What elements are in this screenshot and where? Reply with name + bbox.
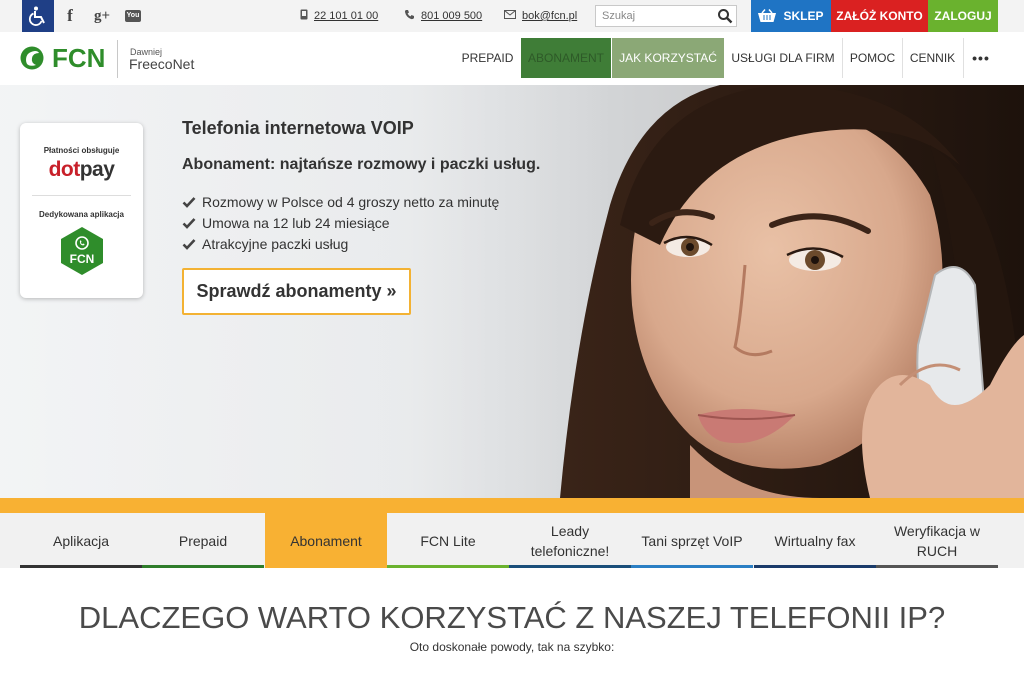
- search-input[interactable]: [596, 6, 714, 26]
- tab-label: Abonament: [290, 532, 362, 549]
- nav-more-icon[interactable]: •••: [964, 38, 998, 78]
- badge-divider: [32, 195, 131, 196]
- email-link[interactable]: bok@fcn.pl: [504, 0, 577, 32]
- section-title: DLACZEGO WARTO KORZYSTAĆ Z NASZEJ TELEFO…: [78, 600, 946, 635]
- tab-label: Leady telefoniczne!: [530, 522, 610, 559]
- check-subscriptions-button[interactable]: Sprawdź abonamenty »: [182, 268, 411, 315]
- dedicated-app-label: Dedykowana aplikacja: [39, 210, 124, 219]
- tab-wirtualny-fax[interactable]: Wirtualny fax: [754, 513, 876, 568]
- nav-pomoc[interactable]: POMOC: [843, 38, 902, 78]
- tab-label: Wirtualny fax: [774, 532, 856, 549]
- tab-abonament[interactable]: Abonament: [265, 513, 387, 568]
- tab-tani-sprzet-voip[interactable]: Tani sprzęt VoIP: [631, 513, 753, 568]
- facebook-icon[interactable]: f: [60, 0, 80, 32]
- logo-former-brand: FreecoNet: [129, 56, 195, 72]
- phone-number-2[interactable]: 801 009 500: [421, 10, 482, 22]
- feature-item: Rozmowy w Polsce od 4 groszy netto za mi…: [182, 194, 499, 210]
- logo-text[interactable]: FCN: [52, 43, 105, 73]
- hero-subtitle: Abonament: najtańsze rozmowy i paczki us…: [182, 156, 541, 173]
- accessibility-icon[interactable]: [22, 0, 54, 32]
- tab-underline: [387, 565, 509, 568]
- tabs-accent-band: [0, 498, 1024, 513]
- search-icon[interactable]: [717, 8, 733, 24]
- nav-uslugi-dla-firm[interactable]: USŁUGI DLA FIRM: [724, 38, 842, 78]
- register-button[interactable]: ZAŁÓŻ KONTO: [831, 0, 928, 32]
- fcn-app-icon-text: FCN: [70, 252, 95, 266]
- tab-underline: [754, 565, 876, 568]
- tab-prepaid[interactable]: Prepaid: [142, 513, 264, 568]
- feature-item: Umowa na 12 lub 24 miesiące: [182, 215, 390, 231]
- tab-label: Weryfikacja w RUCH: [893, 522, 981, 559]
- tab-label: Tani sprzęt VoIP: [641, 532, 743, 549]
- phone-number-1[interactable]: 22 101 01 00: [314, 10, 378, 22]
- tab-underline: [142, 565, 264, 568]
- feature-item: Atrakcyjne paczki usług: [182, 236, 348, 252]
- dotpay-logo-dot: dot: [48, 158, 81, 181]
- tab-underline: [20, 565, 142, 568]
- login-button[interactable]: ZALOGUJ: [928, 0, 998, 32]
- tab-underline: [631, 565, 753, 568]
- feature-text: Umowa na 12 lub 24 miesiące: [202, 215, 390, 231]
- phone-link-1[interactable]: 22 101 01 00: [300, 0, 378, 32]
- section-subtitle: Oto doskonałe powody, tak na szybko:: [409, 640, 615, 654]
- tab-underline: [876, 565, 998, 568]
- search-box: [595, 5, 737, 27]
- hero-woman-on-phone-image: [0, 85, 1024, 498]
- feature-text: Atrakcyjne paczki usług: [202, 236, 349, 252]
- tab-label: FCN Lite: [420, 532, 476, 549]
- youtube-icon[interactable]: You: [122, 0, 144, 32]
- fcn-logo-icon[interactable]: [20, 46, 44, 70]
- checkmark-icon: [182, 197, 196, 208]
- tab-fcn-lite[interactable]: FCN Lite: [387, 513, 509, 568]
- tab-underline: [509, 565, 631, 568]
- tab-weryfikacja-w-ruch[interactable]: Weryfikacja w RUCH: [876, 513, 998, 568]
- tab-label: Aplikacja: [52, 532, 110, 549]
- nav-jak-korzystac[interactable]: JAK KORZYSTAĆ: [612, 38, 724, 78]
- hero-banner: [0, 85, 1024, 498]
- tab-label: Prepaid: [178, 532, 228, 549]
- hero-title: Telefonia internetowa VOIP: [182, 118, 414, 138]
- phone-link-2[interactable]: 801 009 500: [404, 0, 482, 32]
- email-address[interactable]: bok@fcn.pl: [522, 10, 577, 22]
- nav-cennik[interactable]: CENNIK: [903, 38, 962, 78]
- checkmark-icon: [182, 218, 196, 229]
- tab-aplikacja[interactable]: Aplikacja: [20, 513, 142, 568]
- checkmark-icon: [182, 239, 196, 250]
- shop-button[interactable]: SKLEP: [751, 0, 831, 32]
- phone-handset-icon: [404, 9, 415, 23]
- nav-abonament[interactable]: ABONAMENT: [521, 38, 611, 78]
- tab-leady-telefoniczne[interactable]: Leady telefoniczne!: [509, 513, 631, 568]
- shop-label: SKLEP: [783, 9, 824, 23]
- basket-icon: [758, 9, 777, 23]
- dotpay-logo-pay: pay: [79, 158, 115, 181]
- envelope-icon: [504, 10, 516, 22]
- payments-label: Płatności obsługuje: [43, 146, 120, 155]
- mobile-phone-icon: [300, 9, 308, 23]
- feature-text: Rozmowy w Polsce od 4 groszy netto za mi…: [202, 194, 500, 210]
- dotpay-logo[interactable]: dotpay: [20, 158, 143, 182]
- nav-prepaid[interactable]: PREPAID: [455, 38, 520, 78]
- google-plus-icon[interactable]: g+: [88, 0, 116, 32]
- logo-divider: [117, 40, 118, 78]
- fcn-app-icon[interactable]: FCN: [59, 226, 105, 276]
